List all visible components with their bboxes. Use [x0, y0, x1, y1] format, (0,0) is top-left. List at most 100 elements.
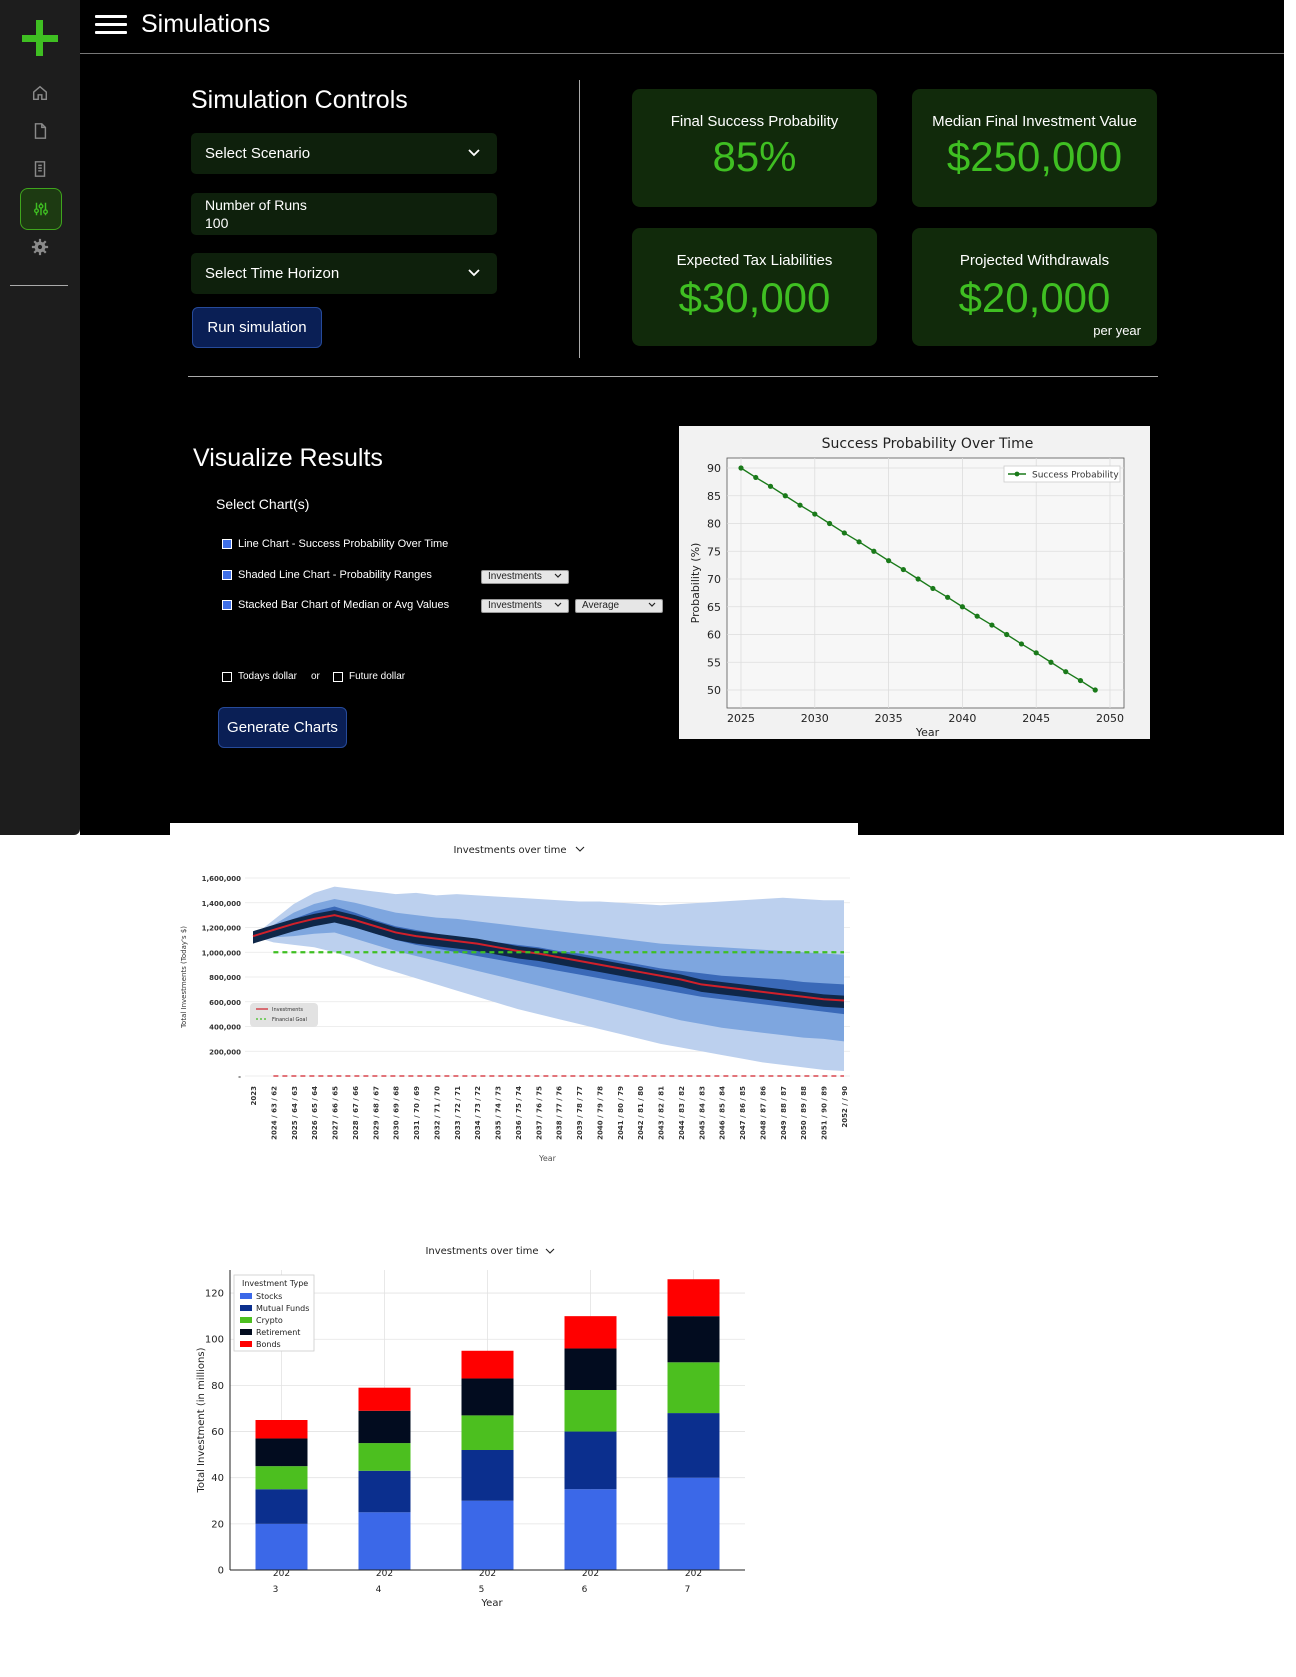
card-value: $30,000 — [678, 274, 831, 321]
home-icon[interactable] — [20, 73, 60, 113]
x-tick-label: 7 — [685, 1585, 691, 1595]
x-axis-label: Year — [538, 1154, 557, 1163]
option-label: Stacked Bar Chart of Median or Avg Value… — [238, 599, 450, 611]
bar-segment — [461, 1500, 514, 1570]
checkbox[interactable] — [222, 600, 232, 610]
x-tick-label: 2045 / 84 / 83 — [698, 1086, 706, 1140]
legend-swatch — [240, 1329, 252, 1335]
run-simulation-button[interactable]: Run simulation — [192, 307, 322, 348]
legend-label: Success Probability — [1032, 471, 1119, 481]
x-tick-label: 4 — [376, 1585, 382, 1595]
chevron-down-icon — [554, 602, 562, 607]
legend-swatch — [240, 1305, 252, 1311]
app-logo — [20, 18, 60, 58]
gear-icon[interactable] — [20, 227, 60, 267]
chart-title: Investments over time — [453, 845, 566, 856]
bar-segment — [358, 1470, 411, 1513]
chart-title: Investments over time — [425, 1246, 538, 1257]
x-tick-label: 2025 / 64 / 63 — [291, 1086, 299, 1140]
data-point — [1004, 631, 1010, 638]
checkbox[interactable] — [222, 671, 232, 682]
data-point — [826, 520, 833, 527]
bar-segment — [358, 1410, 411, 1444]
x-tick-label: 3 — [273, 1585, 279, 1595]
y-tick-label: 40 — [211, 1473, 224, 1484]
data-point — [753, 474, 759, 481]
x-tick-label: 2052 / / 90 — [841, 1086, 849, 1128]
todays-dollar-option[interactable]: Todays dollar — [222, 671, 297, 682]
legend-swatch — [240, 1317, 252, 1323]
x-tick-label: 2031 / 70 / 69 — [413, 1086, 421, 1140]
x-tick-label: 2050 — [1096, 712, 1124, 725]
legend-title: Investment Type — [242, 1279, 308, 1288]
y-tick-label: 400,000 — [209, 1024, 241, 1032]
legend-label: Investments — [272, 1007, 303, 1013]
runs-field[interactable]: Number of Runs 100 — [191, 193, 497, 235]
card-value: $20,000 — [958, 274, 1111, 321]
document-icon[interactable] — [20, 111, 60, 151]
bar-segment — [461, 1450, 514, 1501]
option-line-chart[interactable]: Line Chart - Success Probability Over Ti… — [222, 538, 448, 550]
data-point — [871, 548, 877, 554]
x-tick-label: 2049 / 88 / 87 — [780, 1086, 788, 1140]
success-probability-card: Final Success Probability 85% — [632, 89, 877, 207]
x-tick-label: 2028 / 67 / 66 — [352, 1086, 360, 1140]
bar-segment — [564, 1390, 617, 1432]
hamburger-menu-icon[interactable] — [92, 12, 128, 36]
legend-swatch — [240, 1293, 252, 1299]
data-point — [1033, 650, 1039, 656]
scenario-select[interactable]: Select Scenario — [191, 133, 497, 174]
x-tick-label: 2048 / 87 / 86 — [759, 1086, 767, 1140]
chevron-down-icon — [468, 269, 480, 277]
option-shaded-chart[interactable]: Shaded Line Chart - Probability Ranges — [222, 569, 432, 581]
legend-label: Bonds — [256, 1340, 281, 1349]
x-tick-label: 2043 / 82 / 81 — [658, 1086, 666, 1140]
option-stacked-chart[interactable]: Stacked Bar Chart of Median or Avg Value… — [222, 599, 449, 611]
data-point — [767, 483, 774, 489]
bar-segment — [667, 1362, 720, 1414]
bar-segment — [667, 1316, 720, 1363]
investments-stacked-bar-chart: Investments over time0204060801001202023… — [190, 1240, 790, 1677]
time-horizon-select[interactable]: Select Time Horizon — [191, 253, 497, 294]
x-tick-label: 2030 / 69 / 68 — [393, 1086, 401, 1140]
chevron-down-icon — [554, 573, 562, 578]
x-tick-label: 2027 / 66 / 65 — [332, 1086, 340, 1140]
x-axis-label: Year — [915, 726, 940, 739]
data-point — [1077, 677, 1084, 684]
success-probability-chart: 2025 2030 2035 2040 2045 2050 50 55 60 65 70 75 80 85… — [679, 426, 1150, 739]
or-label: or — [311, 671, 320, 682]
legend-label: Financial Goal — [272, 1017, 307, 1023]
y-tick-label: - — [238, 1073, 241, 1081]
x-tick-label: 2024 / 63 / 62 — [270, 1086, 278, 1140]
legend-label: Crypto — [256, 1316, 283, 1325]
y-tick-label: 75 — [707, 545, 721, 558]
checkbox[interactable] — [333, 671, 343, 682]
data-point — [1048, 659, 1054, 665]
y-tick-label: 80 — [211, 1381, 224, 1392]
chevron-down-icon — [468, 149, 480, 157]
bar-segment — [358, 1443, 411, 1471]
x-axis-label: Year — [480, 1598, 503, 1609]
sliders-icon[interactable] — [20, 188, 62, 230]
data-point — [930, 585, 936, 592]
legend-label: Retirement — [256, 1328, 300, 1337]
data-point — [1063, 669, 1069, 675]
select-value: Average — [582, 600, 620, 611]
sidebar — [0, 0, 80, 835]
y-tick-label: 90 — [707, 462, 721, 475]
x-tick-label: 5 — [479, 1585, 485, 1595]
y-tick-label: 600,000 — [209, 999, 241, 1007]
shaded-metric-select[interactable]: Investments — [481, 570, 569, 584]
checkbox[interactable] — [222, 570, 232, 580]
stacked-metric-select[interactable]: Investments — [481, 599, 569, 613]
y-tick-label: 1,400,000 — [202, 900, 242, 908]
receipt-icon[interactable] — [20, 149, 60, 189]
runs-field-value[interactable]: 100 — [205, 215, 228, 231]
x-tick-label: 2034 / 73 / 72 — [474, 1086, 482, 1140]
generate-charts-button[interactable]: Generate Charts — [218, 707, 347, 748]
future-dollar-option[interactable]: Future dollar — [333, 671, 405, 682]
stacked-stat-select[interactable]: Average — [575, 599, 663, 613]
checkbox[interactable] — [222, 539, 232, 549]
x-tick-label: 2036 / 75 / 74 — [515, 1086, 523, 1140]
data-point — [1018, 641, 1025, 647]
